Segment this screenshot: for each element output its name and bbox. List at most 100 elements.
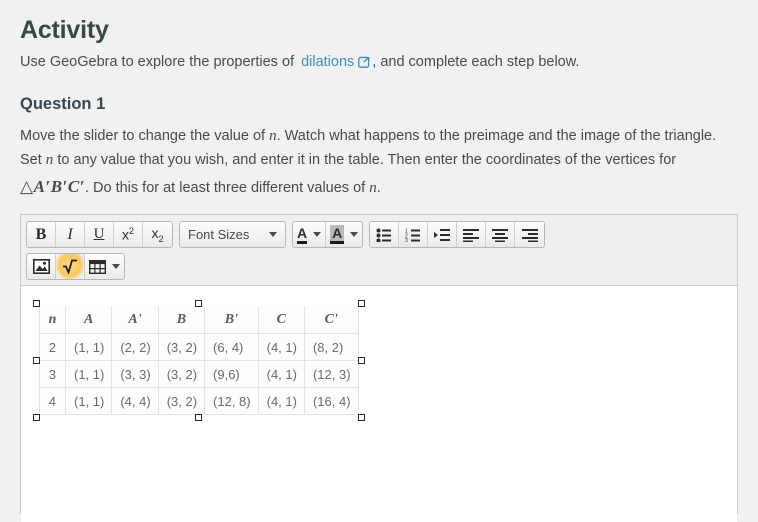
- toolbar-row-1: B I U x2 x2 Font Sizes A A 1 2 3: [26, 221, 732, 249]
- font-sizes-label: Font Sizes: [188, 227, 250, 243]
- align-left-icon: [463, 228, 480, 242]
- subscript-icon: x2: [151, 225, 164, 244]
- resize-handle-middle-right[interactable]: [357, 357, 365, 365]
- insert-image-button[interactable]: [27, 254, 56, 280]
- align-center-button[interactable]: [486, 222, 516, 248]
- col-header-b[interactable]: B: [157, 306, 206, 335]
- question-var-1: n: [269, 127, 277, 144]
- question-text-3: to any value that you wish, and enter it…: [53, 152, 677, 169]
- page-title: Activity: [20, 16, 109, 44]
- resize-handle-top-right[interactable]: [357, 300, 365, 308]
- insert-math-button[interactable]: [56, 254, 85, 280]
- text-format-group: B I U x2 x2: [26, 221, 173, 249]
- resize-handle-bottom-right[interactable]: [357, 414, 365, 422]
- table-header-row: n A A' B B' C C': [39, 306, 359, 335]
- page-content: Activity Use GeoGebra to explore the pro…: [0, 0, 758, 200]
- intro-paragraph: Use GeoGebra to explore the properties o…: [20, 53, 738, 75]
- resize-handle-top-left[interactable]: [33, 300, 40, 308]
- highlight-color-icon: A: [330, 225, 359, 245]
- cell-a-prime[interactable]: (2, 2): [111, 333, 159, 362]
- cell-b[interactable]: (3, 2): [157, 360, 206, 389]
- cell-c[interactable]: (4, 1): [257, 360, 305, 389]
- cell-c-prime[interactable]: (12, 3): [303, 360, 359, 389]
- svg-text:3: 3: [405, 238, 408, 242]
- cell-b[interactable]: (3, 2): [157, 387, 206, 416]
- bulleted-list-icon: [376, 228, 392, 242]
- align-right-button[interactable]: [515, 222, 545, 248]
- intro-text-before: Use GeoGebra to explore the properties o…: [20, 54, 295, 70]
- col-header-a[interactable]: A: [64, 306, 113, 335]
- resize-handle-bottom-center[interactable]: [195, 414, 203, 422]
- text-color-button[interactable]: A: [293, 222, 327, 248]
- text-color-icon: A: [297, 226, 322, 244]
- col-header-n[interactable]: n: [39, 306, 66, 335]
- indent-button[interactable]: [428, 222, 458, 248]
- external-link-icon[interactable]: [358, 55, 371, 75]
- col-header-b-prime[interactable]: B': [204, 306, 259, 335]
- superscript-button[interactable]: x2: [114, 222, 143, 248]
- cell-c-prime[interactable]: (16, 4): [303, 387, 359, 416]
- dilations-link-label: dilations: [301, 54, 355, 70]
- table-row[interactable]: 4 (1, 1) (4, 4) (3, 2) (12, 8) (4, 1) (1…: [39, 387, 359, 416]
- chevron-down-icon: [350, 232, 359, 238]
- cell-n[interactable]: 4: [39, 387, 66, 416]
- cell-b-prime[interactable]: (12, 8): [204, 387, 259, 416]
- chevron-down-icon: [112, 264, 120, 270]
- indent-icon: [434, 228, 451, 241]
- align-left-button[interactable]: [457, 222, 487, 248]
- superscript-icon: x2: [121, 226, 134, 243]
- col-header-c[interactable]: C: [257, 306, 305, 335]
- numbered-list-button[interactable]: 123: [399, 222, 429, 248]
- cell-a[interactable]: (1, 1): [64, 333, 113, 362]
- font-sizes-dropdown[interactable]: Font Sizes: [180, 222, 285, 248]
- insert-table-button[interactable]: [85, 254, 124, 280]
- cell-b-prime[interactable]: (9,6): [204, 360, 259, 389]
- question-var-3: n: [369, 179, 377, 196]
- col-header-c-prime[interactable]: C': [303, 306, 359, 335]
- underline-button[interactable]: U: [85, 222, 114, 248]
- background-color-button[interactable]: A: [326, 222, 363, 248]
- resize-handle-bottom-left[interactable]: [33, 414, 40, 422]
- activity-page: Activity Use GeoGebra to explore the pro…: [0, 0, 758, 522]
- chevron-down-icon: [269, 232, 277, 238]
- cell-c[interactable]: (4, 1): [257, 387, 305, 416]
- cell-a-prime[interactable]: (4, 4): [111, 387, 159, 416]
- editor-content-area[interactable]: n A A' B B' C C' 2 (1, 1) (2, 2) (3, 2) …: [21, 286, 737, 522]
- triangle-symbol: △: [20, 176, 34, 196]
- cell-a-prime[interactable]: (3, 3): [111, 360, 159, 389]
- cell-c-prime[interactable]: (8, 2): [303, 333, 359, 362]
- cell-a[interactable]: (1, 1): [64, 360, 113, 389]
- triangle-label: A′B′C′: [33, 176, 85, 196]
- dilations-link[interactable]: dilations: [298, 54, 354, 70]
- selected-table-wrapper[interactable]: n A A' B B' C C' 2 (1, 1) (2, 2) (3, 2) …: [33, 300, 365, 422]
- numbered-list-icon: 123: [405, 228, 421, 242]
- chevron-down-icon: [313, 232, 322, 238]
- cell-a[interactable]: (1, 1): [64, 387, 113, 416]
- table-body: 2 (1, 1) (2, 2) (3, 2) (6, 4) (4, 1) (8,…: [39, 333, 359, 416]
- table-head: n A A' B B' C C': [39, 306, 359, 335]
- cell-n[interactable]: 2: [39, 333, 66, 362]
- cell-b[interactable]: (3, 2): [157, 333, 206, 362]
- cell-c[interactable]: (4, 1): [257, 333, 305, 362]
- question-title: Question 1: [20, 94, 106, 113]
- table-row[interactable]: 3 (1, 1) (3, 3) (3, 2) (9,6) (4, 1) (12,…: [39, 360, 359, 389]
- italic-button[interactable]: I: [56, 222, 85, 248]
- subscript-button[interactable]: x2: [143, 222, 172, 248]
- resize-handle-top-center[interactable]: [195, 300, 203, 308]
- table-row[interactable]: 2 (1, 1) (2, 2) (3, 2) (6, 4) (4, 1) (8,…: [39, 333, 359, 362]
- italic-icon: I: [67, 225, 73, 243]
- intro-text-after: , and complete each step below.: [372, 54, 580, 70]
- question-text-5: .: [376, 179, 381, 196]
- bold-button[interactable]: B: [27, 222, 56, 248]
- coordinates-table[interactable]: n A A' B B' C C' 2 (1, 1) (2, 2) (3, 2) …: [39, 306, 359, 416]
- rich-text-editor: B I U x2 x2 Font Sizes A A 1 2 3 n A A' …: [20, 214, 738, 522]
- bulleted-list-button[interactable]: [370, 222, 400, 248]
- insert-group: [26, 253, 125, 281]
- resize-handle-middle-left[interactable]: [33, 357, 40, 365]
- image-icon: [32, 259, 50, 275]
- cell-b-prime[interactable]: (6, 4): [204, 333, 259, 362]
- cell-n[interactable]: 3: [39, 360, 66, 389]
- col-header-a-prime[interactable]: A': [111, 306, 159, 335]
- align-center-icon: [492, 228, 509, 242]
- triangle-expression: △A′B′C′: [20, 177, 85, 196]
